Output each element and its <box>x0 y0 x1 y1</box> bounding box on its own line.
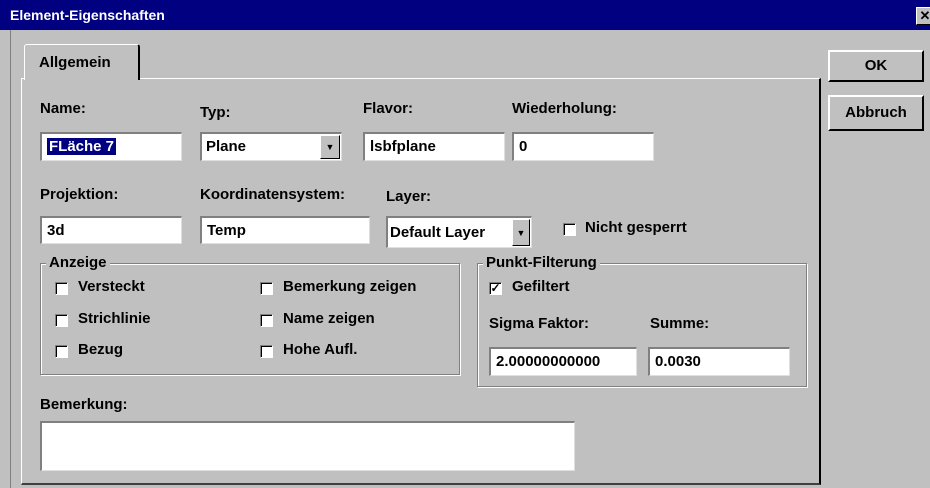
name-label: Name: <box>40 100 86 117</box>
koordinatensystem-label: Koordinatensystem: <box>200 186 346 203</box>
tab-label: Allgemein <box>39 54 111 71</box>
summe-label: Summe: <box>650 315 710 332</box>
layer-value: Default Layer <box>390 224 486 241</box>
flavor-label: Flavor: <box>363 100 414 117</box>
chevron-down-icon[interactable]: ▼ <box>320 135 340 159</box>
bezug-checkbox[interactable] <box>55 345 68 358</box>
ok-button[interactable]: OK <box>828 50 924 82</box>
title-bar: Element-Eigenschaften ✕ <box>0 0 930 30</box>
koordinatensystem-field[interactable]: Temp <box>200 216 370 244</box>
typ-select[interactable]: Plane ▼ <box>200 132 342 161</box>
versteckt-checkbox[interactable] <box>55 282 68 295</box>
sigma-field[interactable]: 2.00000000000 <box>489 347 637 376</box>
nicht-gesperrt-checkbox[interactable] <box>563 223 576 236</box>
layer-select[interactable]: Default Layer ▼ <box>386 216 532 248</box>
bemerkung-zeigen-label: Bemerkung zeigen <box>283 278 417 295</box>
name-field[interactable]: FLäche 7 <box>40 132 182 161</box>
strichlinie-checkbox[interactable] <box>55 314 68 327</box>
bemerkung-field[interactable] <box>40 421 575 471</box>
layer-label: Layer: <box>386 188 432 205</box>
wiederholung-label: Wiederholung: <box>512 100 617 117</box>
window-frame-left <box>0 30 11 488</box>
gefiltert-checkbox[interactable]: ✓ <box>489 282 502 295</box>
hohe-aufl-checkbox[interactable] <box>260 345 273 358</box>
name-zeigen-checkbox[interactable] <box>260 314 273 327</box>
versteckt-label: Versteckt <box>78 278 145 295</box>
window-title: Element-Eigenschaften <box>10 7 165 23</box>
hohe-aufl-label: Hohe Aufl. <box>283 341 358 358</box>
bezug-label: Bezug <box>78 341 123 358</box>
typ-label: Typ: <box>200 104 231 121</box>
strichlinie-label: Strichlinie <box>78 310 151 327</box>
nicht-gesperrt-label: Nicht gesperrt <box>585 219 687 236</box>
bemerkung-label: Bemerkung: <box>40 396 128 413</box>
summe-field[interactable]: 0.0030 <box>648 347 790 376</box>
projektion-label: Projektion: <box>40 186 119 203</box>
typ-value: Plane <box>206 138 247 155</box>
tab-allgemein[interactable]: Allgemein <box>24 44 140 80</box>
punkt-filterung-title: Punkt-Filterung <box>483 254 600 271</box>
anzeige-title: Anzeige <box>46 254 110 271</box>
projektion-field[interactable]: 3d <box>40 216 182 244</box>
chevron-down-icon[interactable]: ▼ <box>512 219 530 246</box>
bemerkung-zeigen-checkbox[interactable] <box>260 282 273 295</box>
gefiltert-label: Gefiltert <box>512 278 570 295</box>
sigma-label: Sigma Faktor: <box>489 315 590 332</box>
flavor-field[interactable]: lsbfplane <box>363 132 505 161</box>
name-value: FLäche 7 <box>47 138 117 155</box>
wiederholung-field[interactable]: 0 <box>512 132 654 161</box>
cancel-button[interactable]: Abbruch <box>828 95 924 131</box>
close-icon[interactable]: ✕ <box>916 7 930 25</box>
name-zeigen-label: Name zeigen <box>283 310 375 327</box>
